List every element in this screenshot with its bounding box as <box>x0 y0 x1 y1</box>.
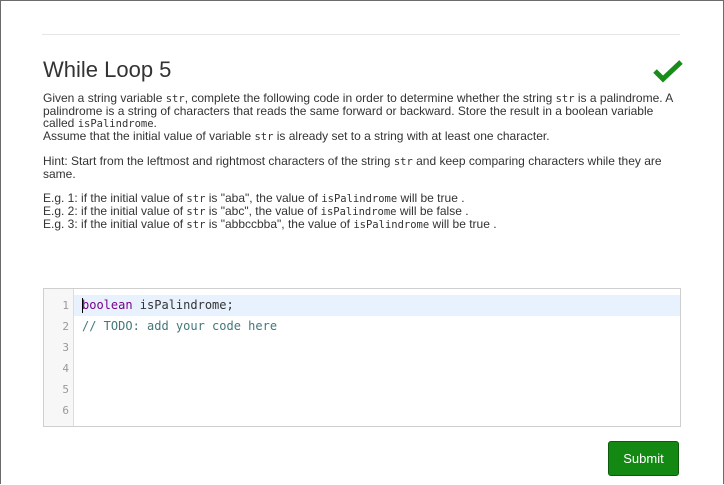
exercise-panel: While Loop 5 Given a string variable str… <box>0 0 724 484</box>
code-str: str <box>186 219 206 231</box>
code-str: str <box>186 206 206 218</box>
line-number: 1 <box>62 299 69 312</box>
code-str: str <box>186 193 206 205</box>
line-number: 6 <box>62 404 69 417</box>
check-icon <box>653 60 683 83</box>
code-keyword: boolean <box>82 298 133 312</box>
line-number: 2 <box>62 320 69 333</box>
code-line-2[interactable]: // TODO: add your code here <box>82 316 277 337</box>
description-paragraph: Given a string variable str, complete th… <box>43 91 673 130</box>
code-str: str <box>254 131 274 143</box>
example-3: E.g. 3: if the initial value of str is "… <box>43 217 497 231</box>
code-comment: // TODO: add your code here <box>82 319 278 333</box>
code-text: isPalindrome; <box>132 298 234 312</box>
line-number-gutter: 1 2 3 4 5 6 <box>44 289 74 426</box>
code-line-1[interactable]: boolean isPalindrome; <box>82 295 234 316</box>
text-cursor <box>82 298 83 313</box>
line-number: 3 <box>62 341 69 354</box>
problem-description: Given a string variable str, complete th… <box>43 92 683 231</box>
line-number: 4 <box>62 362 69 375</box>
divider <box>42 34 680 35</box>
hint-text: Hint: Start from the leftmost and rightm… <box>43 154 662 181</box>
submit-button[interactable]: Submit <box>608 441 679 476</box>
code-str: str <box>393 156 413 168</box>
line-number: 5 <box>62 383 69 396</box>
code-editor[interactable]: 1 2 3 4 5 6 boolean isPalindrome; // TOD… <box>43 288 681 427</box>
code-ispalindrome: isPalindrome <box>321 193 398 205</box>
description-assumption: Assume that the initial value of variabl… <box>43 129 550 143</box>
page-title: While Loop 5 <box>43 57 172 82</box>
code-ispalindrome: isPalindrome <box>353 219 430 231</box>
